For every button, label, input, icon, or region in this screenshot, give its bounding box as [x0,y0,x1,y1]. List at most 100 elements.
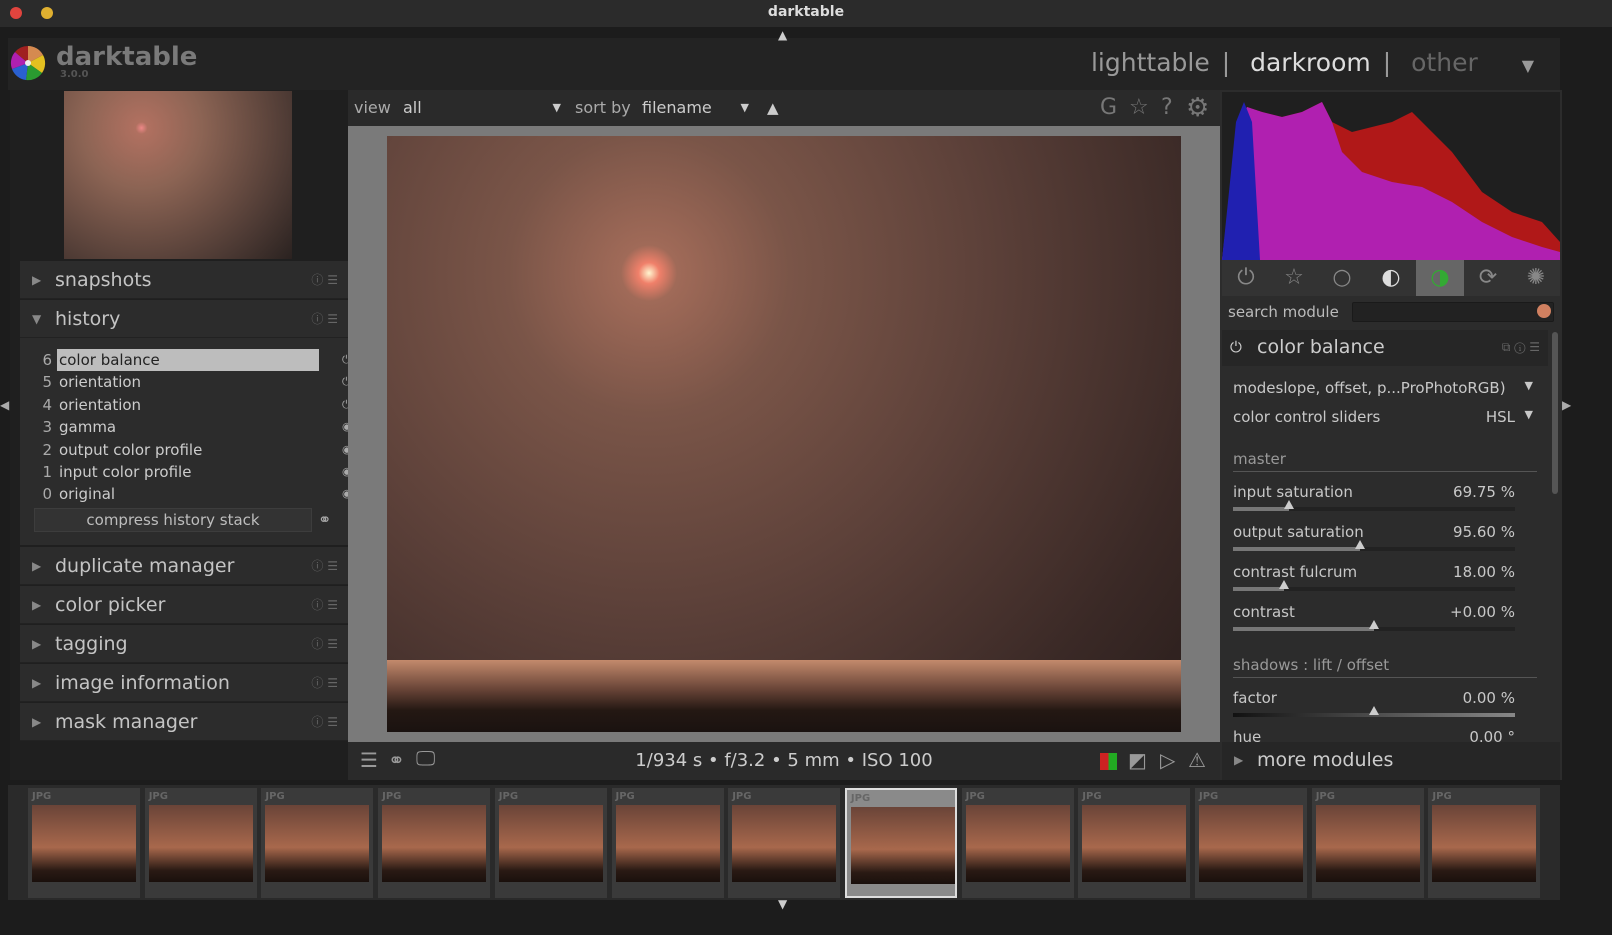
collapse-right-icon[interactable]: ▶ [1562,398,1571,412]
module-label: duplicate manager [55,555,235,577]
filmstrip-thumbnail[interactable]: JPG [1428,788,1541,898]
sort-order-icon[interactable]: ▲ [767,90,779,126]
basic-tab-circle-icon[interactable]: ○ [1318,260,1366,296]
param-value: 95.60 % [1453,523,1515,541]
histogram[interactable] [1222,92,1560,260]
filmstrip-thumbnail[interactable]: JPG [144,788,257,898]
help-icon[interactable]: ? [1161,90,1173,126]
module-options-icon[interactable]: ⓘ ☰ [311,625,338,663]
main-image-horizon [387,660,1181,732]
gear-icon[interactable]: ⚙ [1186,90,1209,126]
filmstrip-thumbnail[interactable]: JPG [1311,788,1424,898]
module-image-information[interactable]: ▶ image information ⓘ ☰ [20,664,348,702]
history-number: 2 [42,441,52,459]
history-item[interactable]: 0 original ◉ [40,483,351,505]
close-button[interactable] [10,7,22,19]
file-type-label: JPG [965,791,985,802]
param-slider[interactable] [1233,580,1515,591]
history-number: 0 [42,485,52,503]
module-options-icon[interactable]: ⓘ ☰ [311,261,338,299]
filmstrip-thumbnail[interactable]: JPG [844,788,957,898]
bottom-toolbar: ☰ ⚭ 🖵 1/934 s • f/3.2 • 5 mm • ISO 100 ◩… [348,742,1220,780]
module-presets-icon[interactable]: ⧉ ⓘ ☰ [1502,330,1540,364]
thumbnail-image [148,805,253,882]
power-icon[interactable]: ⏻ [1230,330,1242,364]
navigation-preview[interactable] [64,91,292,259]
view-other[interactable]: other [1411,48,1478,77]
more-modules[interactable]: ▶ more modules [1222,742,1560,780]
right-panel-scrollbar[interactable] [1552,332,1558,494]
param-slider[interactable] [1233,500,1515,511]
color-balance-header[interactable]: ⏻ color balance ⧉ ⓘ ☰ [1222,330,1548,366]
module-tagging[interactable]: ▶ tagging ⓘ ☰ [20,625,348,663]
sort-dropdown[interactable]: filename ▼ [642,90,749,126]
color-tab-icon[interactable]: ◑ [1416,260,1464,296]
mode-dropdown[interactable]: modeslope, offset, p...ProPhotoRGB) ▼ [1233,379,1533,397]
color-control-sliders-dropdown[interactable]: color control sliders HSL ▼ [1233,408,1533,426]
module-options-icon[interactable]: ⓘ ☰ [311,300,338,338]
window-title: darktable [767,4,845,20]
raw-overexposed-icon[interactable]: ▷ [1160,748,1175,772]
filmstrip-thumbnail[interactable]: JPG [378,788,491,898]
module-options-icon[interactable]: ⓘ ☰ [311,586,338,624]
module-mask-manager[interactable]: ▶ mask manager ⓘ ☰ [20,703,348,741]
correct-tab-icon[interactable]: ⟳ [1464,260,1512,296]
module-options-icon[interactable]: ⓘ ☰ [311,664,338,702]
filmstrip-thumbnail[interactable]: JPG [1195,788,1307,898]
view-lighttable[interactable]: lighttable [1091,48,1210,77]
module-duplicate-manager[interactable]: ▶ duplicate manager ⓘ ☰ [20,547,348,585]
chevron-down-icon[interactable]: ▼ [1522,56,1534,75]
param-label: factor [1233,689,1277,707]
param-value: +0.00 % [1450,603,1515,621]
soft-proof-icon[interactable] [1100,753,1117,770]
history-item[interactable]: 3 gamma ◉ [40,416,351,438]
module-options-icon[interactable]: ⓘ ☰ [311,547,338,585]
star-icon[interactable]: ☆ [1129,90,1149,126]
view-filter-dropdown[interactable]: all ▼ [403,90,561,126]
tone-tab-icon[interactable]: ◐ [1367,260,1415,296]
module-color-picker[interactable]: ▶ color picker ⓘ ☰ [20,586,348,624]
filmstrip-thumbnail[interactable]: JPG [728,788,841,898]
filmstrip-thumbnail[interactable]: JPG [611,788,724,898]
filmstrip-thumbnail[interactable]: JPG [494,788,607,898]
clear-search-icon[interactable] [1537,304,1551,318]
module-snapshots[interactable]: ▶ snapshots ⓘ ☰ [20,261,348,299]
thumbnail-image [1432,805,1537,882]
history-item[interactable]: 4 orientation ⏻ [40,394,350,416]
param-label: output saturation [1233,523,1364,541]
history-item[interactable]: 2 output color profile ◉ [40,439,351,461]
gamut-check-icon[interactable]: ◩ [1128,748,1147,772]
clipping-warning-icon[interactable]: ⚠ [1188,748,1206,772]
create-style-icon[interactable]: ⚭ [318,510,331,529]
filmstrip-thumbnail[interactable]: JPG [961,788,1074,898]
history-item[interactable]: 5 orientation ⏻ [40,371,350,393]
filmstrip-thumbnail[interactable]: JPG [28,788,140,898]
param-row: input saturation 69.75 % [1233,483,1515,501]
active-modules-tab-power-icon[interactable]: ⏻ [1222,260,1270,296]
grouping-icon[interactable]: G [1100,90,1117,126]
filmstrip-thumbnail[interactable]: JPG [1078,788,1191,898]
minimize-button[interactable] [41,7,53,19]
collapse-top-icon[interactable]: ▲ [778,28,787,42]
expand-icon: ▶ [32,559,42,573]
collapse-bottom-icon[interactable]: ▼ [778,897,787,911]
filmstrip-thumbnail[interactable]: JPG [261,788,374,898]
param-slider[interactable] [1233,540,1515,551]
module-label: image information [55,672,230,694]
main-image[interactable] [387,136,1181,732]
file-type-label: JPG [1315,791,1335,802]
search-module-input[interactable] [1352,302,1554,322]
param-slider[interactable] [1233,620,1515,631]
view-switcher: lighttable | darkroom | other ▼ [1085,48,1540,77]
module-options-icon[interactable]: ⓘ ☰ [311,703,338,741]
app-name: darktable [56,42,198,72]
history-item[interactable]: 1 input color profile ◉ [40,461,351,483]
history-item[interactable]: 6 color balance ⏻ [40,349,351,371]
collapse-left-icon[interactable]: ◀ [0,398,9,412]
favorites-tab-star-icon[interactable]: ☆ [1270,260,1318,296]
factor-slider[interactable] [1233,706,1515,717]
compress-history-button[interactable]: compress history stack [34,508,312,532]
view-darkroom[interactable]: darkroom [1250,48,1371,77]
effect-tab-icon[interactable]: ✺ [1512,260,1560,296]
module-history[interactable]: ▼ history ⓘ ☰ [20,300,348,338]
